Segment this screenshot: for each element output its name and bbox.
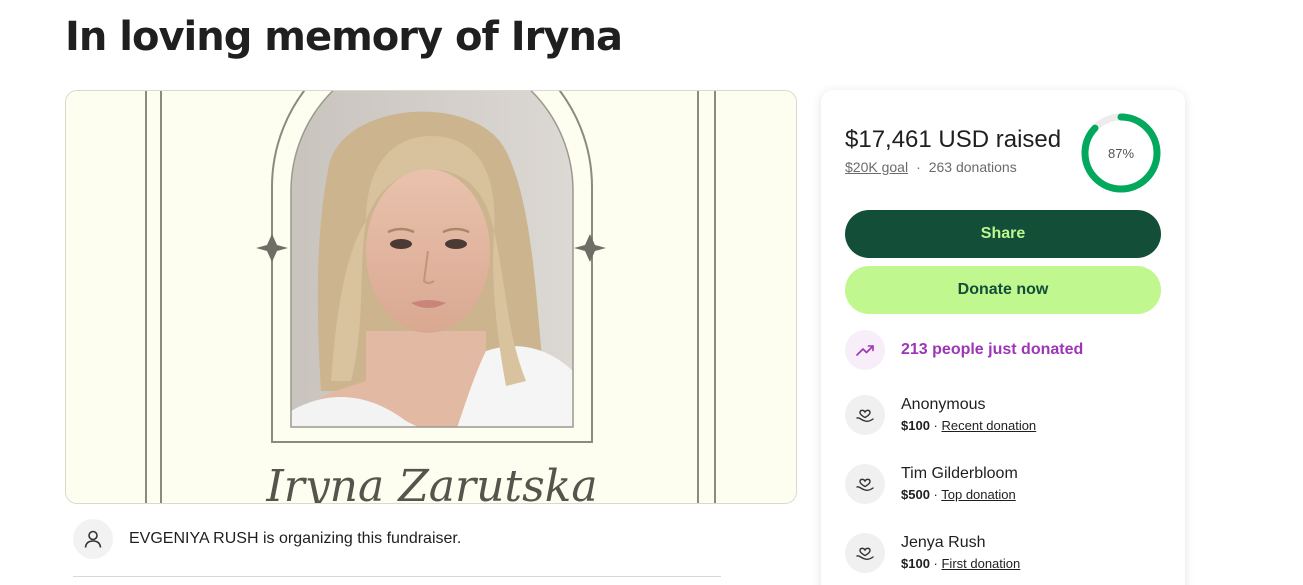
share-button[interactable]: Share bbox=[845, 210, 1161, 258]
donor-tag-link[interactable]: Top donation bbox=[941, 487, 1015, 502]
user-icon bbox=[84, 530, 102, 548]
amount-raised: $17,461 USD raised bbox=[845, 126, 1062, 153]
trending-donations: 213 people just donated bbox=[845, 330, 1083, 370]
organizer-row: EVGENIYA RUSH is organizing this fundrai… bbox=[73, 519, 723, 559]
progress-percent: 87% bbox=[1107, 145, 1135, 161]
donor-tag-link[interactable]: First donation bbox=[941, 556, 1020, 571]
donation-meta: $20K goal · 263 donations bbox=[845, 159, 1017, 175]
donation-count: 263 donations bbox=[928, 159, 1017, 175]
donor-name: Anonymous bbox=[901, 396, 986, 413]
donor-item: Anonymous $100 · Recent donation bbox=[845, 395, 1036, 435]
hero-image[interactable]: Iryna Zarutska bbox=[65, 90, 797, 504]
donor-amount: $100 bbox=[901, 418, 930, 433]
trending-up-icon bbox=[845, 330, 885, 370]
donor-name: Tim Gilderbloom bbox=[901, 465, 1018, 482]
donor-item: Jenya Rush $100 · First donation bbox=[845, 533, 1020, 573]
trending-text: 213 people just donated bbox=[901, 341, 1084, 358]
heart-hand-icon bbox=[845, 464, 885, 504]
page-title: In loving memory of Iryna bbox=[65, 14, 623, 60]
meta-separator: · bbox=[916, 159, 921, 175]
divider bbox=[73, 576, 721, 577]
donor-tag-link[interactable]: Recent donation bbox=[941, 418, 1036, 433]
donor-amount: $500 bbox=[901, 487, 930, 502]
heart-hand-icon bbox=[845, 395, 885, 435]
organizer-text: EVGENIYA RUSH is organizing this fundrai… bbox=[129, 530, 462, 547]
donation-card: $17,461 USD raised $20K goal · 263 donatio… bbox=[821, 90, 1185, 585]
heart-hand-icon bbox=[845, 533, 885, 573]
goal-link[interactable]: $20K goal bbox=[845, 159, 908, 175]
donor-item: Tim Gilderbloom $500 · Top donation bbox=[845, 464, 1018, 504]
donate-now-button[interactable]: Donate now bbox=[845, 266, 1161, 314]
hero-name-text: Iryna Zarutska bbox=[266, 461, 598, 504]
memorial-portrait-image bbox=[66, 91, 796, 503]
donor-amount: $100 bbox=[901, 556, 930, 571]
donor-name: Jenya Rush bbox=[901, 534, 986, 551]
organizer-avatar bbox=[73, 519, 113, 559]
